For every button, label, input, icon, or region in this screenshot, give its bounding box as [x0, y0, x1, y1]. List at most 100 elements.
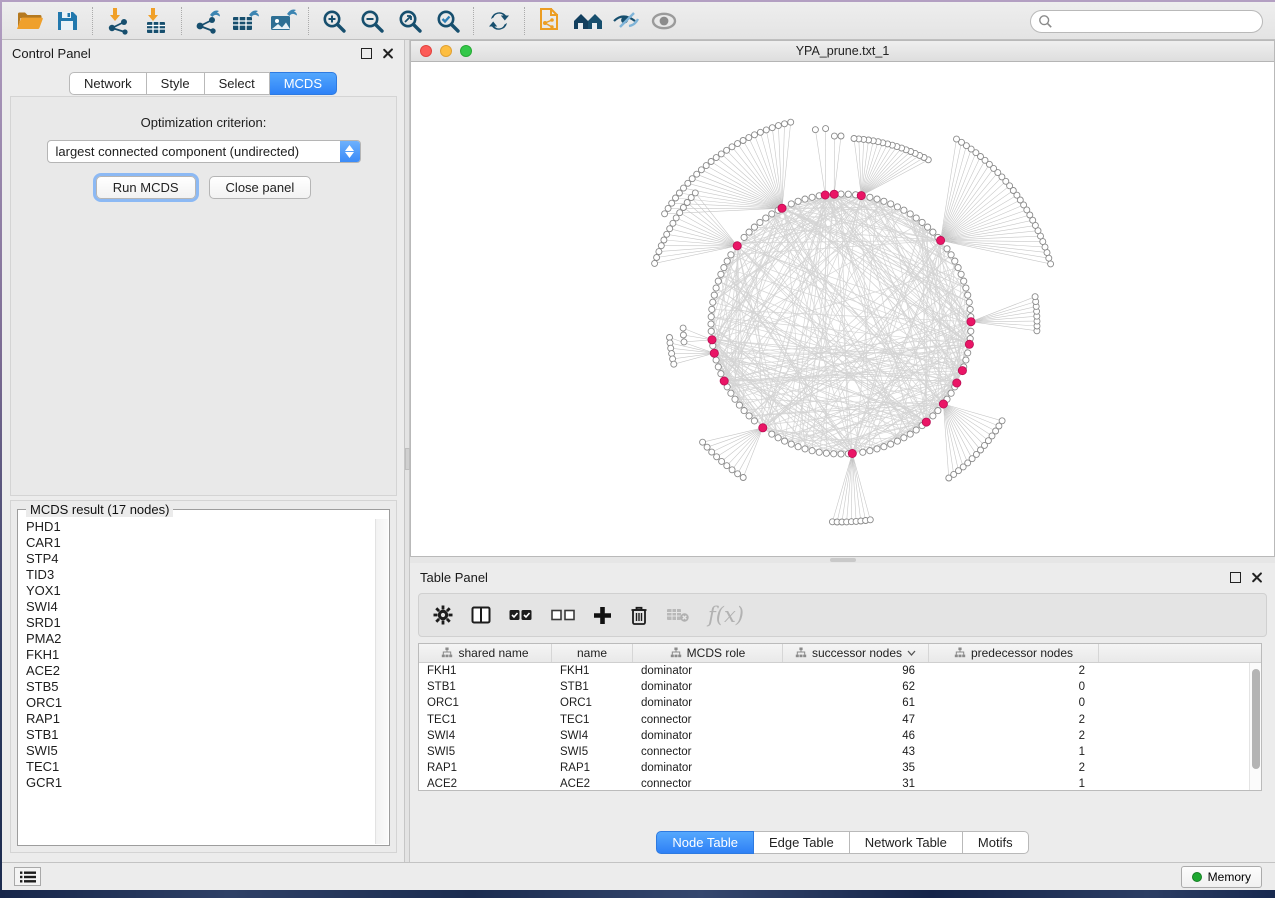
table-cell[interactable]: SWI4	[552, 730, 633, 742]
mcds-result-item[interactable]: SWI4	[19, 599, 375, 615]
table-cell[interactable]: SWI5	[552, 746, 633, 758]
table-cell[interactable]: 0	[929, 697, 1099, 709]
delete-table-icon[interactable]	[666, 600, 690, 630]
table-cell[interactable]: ACE2	[552, 778, 633, 790]
table-cell[interactable]: ORC1	[552, 697, 633, 709]
close-panel-icon[interactable]	[382, 47, 394, 59]
table-cell[interactable]: ORC1	[419, 697, 552, 709]
mcds-result-item[interactable]: PHD1	[19, 519, 375, 535]
tab-network-table[interactable]: Network Table	[850, 831, 963, 854]
mcds-result-item[interactable]: ACE2	[19, 663, 375, 679]
import-network-icon[interactable]	[101, 6, 135, 36]
table-cell[interactable]: 2	[929, 714, 1099, 726]
table-scrollbar-thumb[interactable]	[1252, 669, 1260, 769]
table-row[interactable]: TEC1TEC1connector472	[419, 712, 1261, 728]
table-cell[interactable]: 2	[929, 762, 1099, 774]
column-header-successor-nodes[interactable]: successor nodes	[783, 644, 929, 662]
mcds-result-item[interactable]: CAR1	[19, 535, 375, 551]
tab-motifs[interactable]: Motifs	[963, 831, 1029, 854]
mcds-result-item[interactable]: FKH1	[19, 647, 375, 663]
table-cell[interactable]: RAP1	[419, 762, 552, 774]
search-input[interactable]	[1030, 10, 1263, 33]
mcds-result-item[interactable]: STB1	[19, 727, 375, 743]
table-row[interactable]: ORC1ORC1dominator610	[419, 695, 1261, 711]
table-cell[interactable]: connector	[633, 746, 783, 758]
mcds-result-item[interactable]: GCR1	[19, 775, 375, 791]
mcds-result-scrollbar[interactable]	[375, 519, 388, 844]
table-cell[interactable]: FKH1	[419, 665, 552, 677]
show-all-icon[interactable]	[647, 6, 681, 36]
first-neighbors-icon[interactable]	[571, 6, 605, 36]
table-cell[interactable]: dominator	[633, 681, 783, 693]
zoom-in-icon[interactable]	[317, 6, 351, 36]
table-cell[interactable]: 2	[929, 730, 1099, 742]
table-row[interactable]: ACE2ACE2connector311	[419, 776, 1261, 791]
duplicate-network-icon[interactable]	[533, 6, 567, 36]
mcds-result-item[interactable]: SRD1	[19, 615, 375, 631]
task-history-list-icon[interactable]	[14, 867, 41, 886]
splitter-grip[interactable]	[830, 558, 856, 562]
show-columns-icon[interactable]	[471, 600, 491, 630]
tab-edge-table[interactable]: Edge Table	[754, 831, 850, 854]
table-row[interactable]: STB1STB1dominator620	[419, 679, 1261, 695]
table-cell[interactable]: 43	[783, 746, 929, 758]
export-image-icon[interactable]	[266, 6, 300, 36]
export-network-icon[interactable]	[190, 6, 224, 36]
mcds-result-item[interactable]: PMA2	[19, 631, 375, 647]
open-file-icon[interactable]	[12, 6, 46, 36]
hide-selected-icon[interactable]	[609, 6, 643, 36]
criterion-dropdown[interactable]: largest connected component (undirected)	[47, 140, 361, 163]
table-cell[interactable]: 31	[783, 778, 929, 790]
table-cell[interactable]: FKH1	[552, 665, 633, 677]
table-cell[interactable]: 35	[783, 762, 929, 774]
window-close-icon[interactable]	[420, 45, 432, 57]
table-cell[interactable]: STB1	[552, 681, 633, 693]
table-cell[interactable]: connector	[633, 714, 783, 726]
save-session-icon[interactable]	[50, 6, 84, 36]
column-header-predecessor-nodes[interactable]: predecessor nodes	[929, 644, 1099, 662]
table-cell[interactable]: 62	[783, 681, 929, 693]
delete-column-trash-icon[interactable]	[630, 600, 648, 630]
table-cell[interactable]: 0	[929, 681, 1099, 693]
table-cell[interactable]: 46	[783, 730, 929, 742]
table-cell[interactable]: SWI4	[419, 730, 552, 742]
table-cell[interactable]: 2	[929, 665, 1099, 677]
table-cell[interactable]: 1	[929, 746, 1099, 758]
tab-mcds[interactable]: MCDS	[270, 72, 337, 95]
close-panel-button[interactable]: Close panel	[209, 176, 312, 199]
export-table-icon[interactable]	[228, 6, 262, 36]
table-cell[interactable]: connector	[633, 778, 783, 790]
table-cell[interactable]: 1	[929, 778, 1099, 790]
float-panel-icon[interactable]	[361, 48, 372, 59]
apply-layout-icon[interactable]	[482, 6, 516, 36]
tab-style[interactable]: Style	[147, 72, 205, 95]
deselect-all-rows-icon[interactable]	[551, 600, 575, 630]
table-row[interactable]: SWI5SWI5connector431	[419, 744, 1261, 760]
table-cell[interactable]: RAP1	[552, 762, 633, 774]
mcds-result-item[interactable]: RAP1	[19, 711, 375, 727]
tab-network[interactable]: Network	[69, 72, 147, 95]
mcds-result-item[interactable]: ORC1	[19, 695, 375, 711]
float-panel-icon[interactable]	[1230, 572, 1241, 583]
mcds-result-item[interactable]: TEC1	[19, 759, 375, 775]
table-row[interactable]: SWI4SWI4dominator462	[419, 728, 1261, 744]
zoom-selected-icon[interactable]	[431, 6, 465, 36]
table-settings-gear-icon[interactable]	[433, 600, 453, 630]
table-cell[interactable]: dominator	[633, 730, 783, 742]
tab-select[interactable]: Select	[205, 72, 270, 95]
table-scrollbar[interactable]	[1249, 663, 1261, 790]
mcds-result-item[interactable]: YOX1	[19, 583, 375, 599]
table-cell[interactable]: 96	[783, 665, 929, 677]
column-header-shared-name[interactable]: shared name	[419, 644, 552, 662]
table-cell[interactable]: dominator	[633, 665, 783, 677]
table-cell[interactable]: ACE2	[419, 778, 552, 790]
mcds-result-item[interactable]: STB5	[19, 679, 375, 695]
function-builder-icon[interactable]: f(x)	[708, 600, 744, 630]
select-all-rows-icon[interactable]	[509, 600, 533, 630]
table-cell[interactable]: dominator	[633, 697, 783, 709]
table-row[interactable]: RAP1RAP1dominator352	[419, 760, 1261, 776]
table-cell[interactable]: TEC1	[552, 714, 633, 726]
table-row[interactable]: FKH1FKH1dominator962	[419, 663, 1261, 679]
column-header-mcds-role[interactable]: MCDS role	[633, 644, 783, 662]
mcds-result-item[interactable]: STP4	[19, 551, 375, 567]
